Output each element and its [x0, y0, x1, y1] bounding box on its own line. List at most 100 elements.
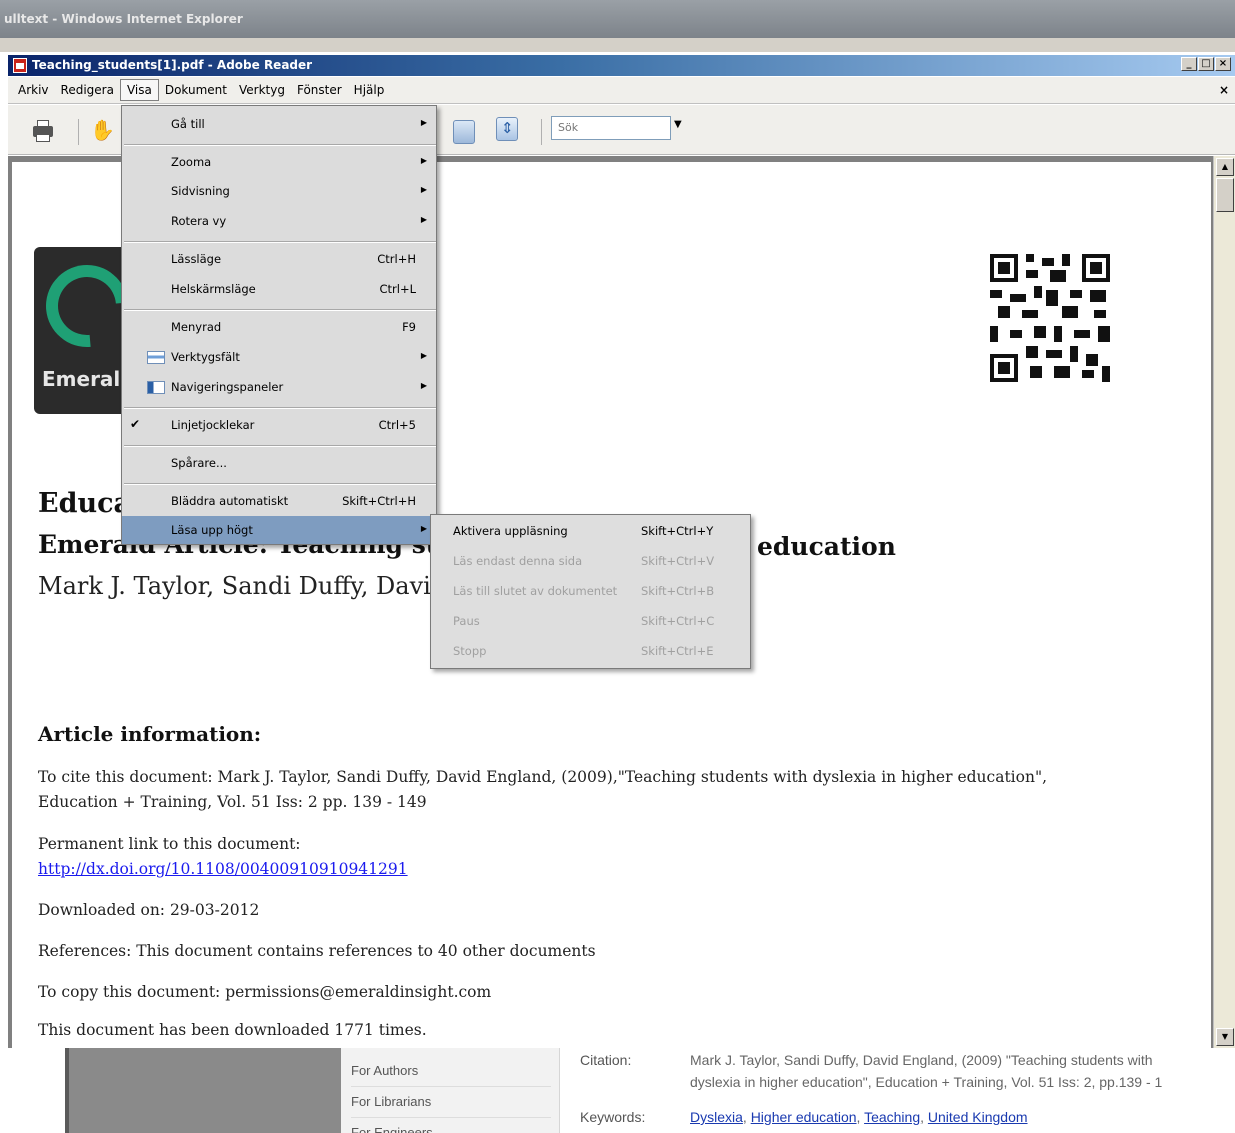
menu-item-lassage[interactable]: Lässläge Ctrl+H	[122, 245, 436, 273]
scroll-down-icon[interactable]: ▼	[1216, 1028, 1234, 1046]
maximize-button[interactable]: □	[1198, 57, 1214, 71]
menu-verktyg[interactable]: Verktyg	[233, 80, 291, 100]
menu-item-label: Linjetjocklekar	[171, 418, 255, 432]
cite-line-2: Education + Training, Vol. 51 Iss: 2 pp.…	[38, 793, 427, 811]
menu-item-shortcut: Skift+Ctrl+V	[641, 554, 715, 568]
keyword-link[interactable]: Dyslexia	[690, 1109, 743, 1125]
citation-label: Citation:	[580, 1052, 632, 1068]
menu-separator	[124, 309, 436, 311]
menu-item-menyrad[interactable]: Menyrad F9	[122, 313, 436, 341]
menu-item-zooma[interactable]: Zooma ▶	[122, 148, 436, 176]
citation-line-2: dyslexia in higher education", Education…	[690, 1074, 1163, 1090]
submenu-arrow-icon: ▶	[420, 215, 427, 224]
submenu-arrow-icon: ▶	[420, 524, 427, 533]
document-title: Educa	[38, 488, 132, 519]
toolbar-icon	[147, 351, 165, 364]
menu-visa[interactable]: Visa	[119, 79, 159, 101]
menu-item-label: Menyrad	[171, 320, 222, 334]
citation-line-1: Mark J. Taylor, Sandi Duffy, David Engla…	[690, 1052, 1153, 1068]
menu-dokument[interactable]: Dokument	[159, 80, 233, 100]
menu-item-label: Navigeringspaneler	[171, 380, 284, 394]
menu-item-ga-till[interactable]: Gå till ▶	[122, 110, 436, 138]
menu-item-label: Läsa upp högt	[171, 523, 253, 537]
menu-arkiv[interactable]: Arkiv	[12, 80, 55, 100]
menu-item-shortcut: Ctrl+5	[378, 418, 416, 432]
menu-item-linjetjocklekar[interactable]: ✔ Linjetjocklekar Ctrl+5	[122, 411, 436, 439]
menu-item-rotera-vy[interactable]: Rotera vy ▶	[122, 207, 436, 235]
menu-item-aktivera-upplasning[interactable]: Aktivera uppläsning Skift+Ctrl+Y	[431, 517, 750, 547]
qr-code	[990, 254, 1110, 382]
menubar: Arkiv Redigera Visa Dokument Verktyg Fön…	[8, 77, 1235, 104]
minimize-button[interactable]: _	[1181, 57, 1197, 71]
menu-item-shortcut: Skift+Ctrl+B	[641, 584, 715, 598]
menu-item-helskarmslage[interactable]: Helskärmsläge Ctrl+L	[122, 275, 436, 303]
submenu-arrow-icon: ▶	[420, 156, 427, 165]
menu-item-label: Helskärmsläge	[171, 282, 256, 296]
menu-item-label: Sidvisning	[171, 184, 230, 198]
permalink-label: Permanent link to this document:	[38, 835, 301, 853]
nav-for-engineers[interactable]: For Engineers	[351, 1125, 551, 1133]
menu-separator	[124, 445, 436, 447]
keyword-link[interactable]: United Kingdom	[928, 1109, 1028, 1125]
printer-icon[interactable]	[30, 118, 56, 144]
nav-for-authors[interactable]: For Authors	[351, 1063, 551, 1087]
close-document-button[interactable]: ×	[1219, 83, 1229, 97]
menu-separator	[124, 483, 436, 485]
menu-item-label: Aktivera uppläsning	[453, 524, 568, 538]
menu-item-label: Zooma	[171, 155, 212, 169]
ie-frame-strip	[0, 38, 1235, 52]
search-input[interactable]: Sök	[551, 116, 671, 140]
hand-icon[interactable]	[90, 118, 116, 144]
menu-fonster[interactable]: Fönster	[291, 80, 348, 100]
submenu-arrow-icon: ▶	[420, 118, 427, 127]
menu-redigera[interactable]: Redigera	[55, 80, 120, 100]
fit-width-icon[interactable]	[496, 117, 518, 141]
menu-item-label: Läs endast denna sida	[453, 554, 583, 568]
menu-hjalp[interactable]: Hjälp	[348, 80, 391, 100]
menu-item-bladdra-automatiskt[interactable]: Bläddra automatiskt Skift+Ctrl+H	[122, 487, 436, 515]
close-button[interactable]: ×	[1215, 57, 1231, 71]
menu-item-navigeringspaneler[interactable]: Navigeringspaneler ▶	[122, 373, 436, 401]
search-dropdown-icon[interactable]: ▼	[674, 119, 682, 130]
permalink[interactable]: http://dx.doi.org/10.1108/00400910910941…	[38, 857, 408, 882]
menu-item-lasa-upp-hogt[interactable]: Läsa upp högt ▶	[122, 516, 436, 544]
toolbar-separator	[541, 119, 542, 145]
menu-item-stopp: Stopp Skift+Ctrl+E	[431, 637, 750, 667]
menu-separator	[124, 407, 436, 409]
menu-separator	[124, 241, 436, 243]
read-aloud-submenu: Aktivera uppläsning Skift+Ctrl+Y Läs end…	[430, 514, 751, 669]
menu-item-paus: Paus Skift+Ctrl+C	[431, 607, 750, 637]
scroll-thumb[interactable]	[1216, 178, 1234, 212]
submenu-arrow-icon: ▶	[420, 381, 427, 390]
menu-item-shortcut: Skift+Ctrl+E	[641, 644, 714, 658]
menu-item-label: Gå till	[171, 117, 205, 131]
menu-item-shortcut: F9	[402, 320, 416, 334]
keywords-label: Keywords:	[580, 1109, 646, 1125]
article-info-heading: Article information:	[38, 722, 262, 746]
menu-item-las-till-slutet: Läs till slutet av dokumentet Skift+Ctrl…	[431, 577, 750, 607]
scroll-up-icon[interactable]: ▲	[1216, 158, 1234, 176]
window-controls: _ □ ×	[1181, 57, 1231, 71]
menu-item-label: Paus	[453, 614, 480, 628]
keyword-link[interactable]: Higher education	[751, 1109, 857, 1125]
menu-item-label: Bläddra automatiskt	[171, 494, 289, 508]
keyword-link[interactable]: Teaching	[864, 1109, 920, 1125]
fit-page-icon[interactable]	[453, 120, 475, 144]
menu-item-shortcut: Ctrl+L	[379, 282, 416, 296]
downloaded-on: Downloaded on: 29-03-2012	[38, 901, 260, 919]
menu-item-verktygsfalt[interactable]: Verktygsfält ▶	[122, 343, 436, 371]
pdf-icon	[13, 58, 27, 73]
reader-window-title: Teaching_students[1].pdf - Adobe Reader	[32, 58, 313, 72]
menu-item-label: Läs till slutet av dokumentet	[453, 584, 618, 598]
menu-item-sidvisning[interactable]: Sidvisning ▶	[122, 177, 436, 205]
nav-for-librarians[interactable]: For Librarians	[351, 1094, 551, 1118]
menu-item-sparare[interactable]: Spårare...	[122, 449, 436, 477]
menu-item-shortcut: Skift+Ctrl+Y	[641, 524, 714, 538]
submenu-arrow-icon: ▶	[420, 185, 427, 194]
menu-item-label: Lässläge	[171, 252, 222, 266]
view-menu: Gå till ▶ Zooma ▶ Sidvisning ▶ Rotera vy…	[121, 105, 437, 545]
ie-title-bar: ulltext - Windows Internet Explorer	[0, 0, 1235, 38]
vertical-scrollbar[interactable]: ▲ ▼	[1213, 156, 1235, 1048]
menu-item-label: Spårare...	[171, 456, 227, 470]
reader-title-bar: Teaching_students[1].pdf - Adobe Reader …	[8, 55, 1235, 76]
